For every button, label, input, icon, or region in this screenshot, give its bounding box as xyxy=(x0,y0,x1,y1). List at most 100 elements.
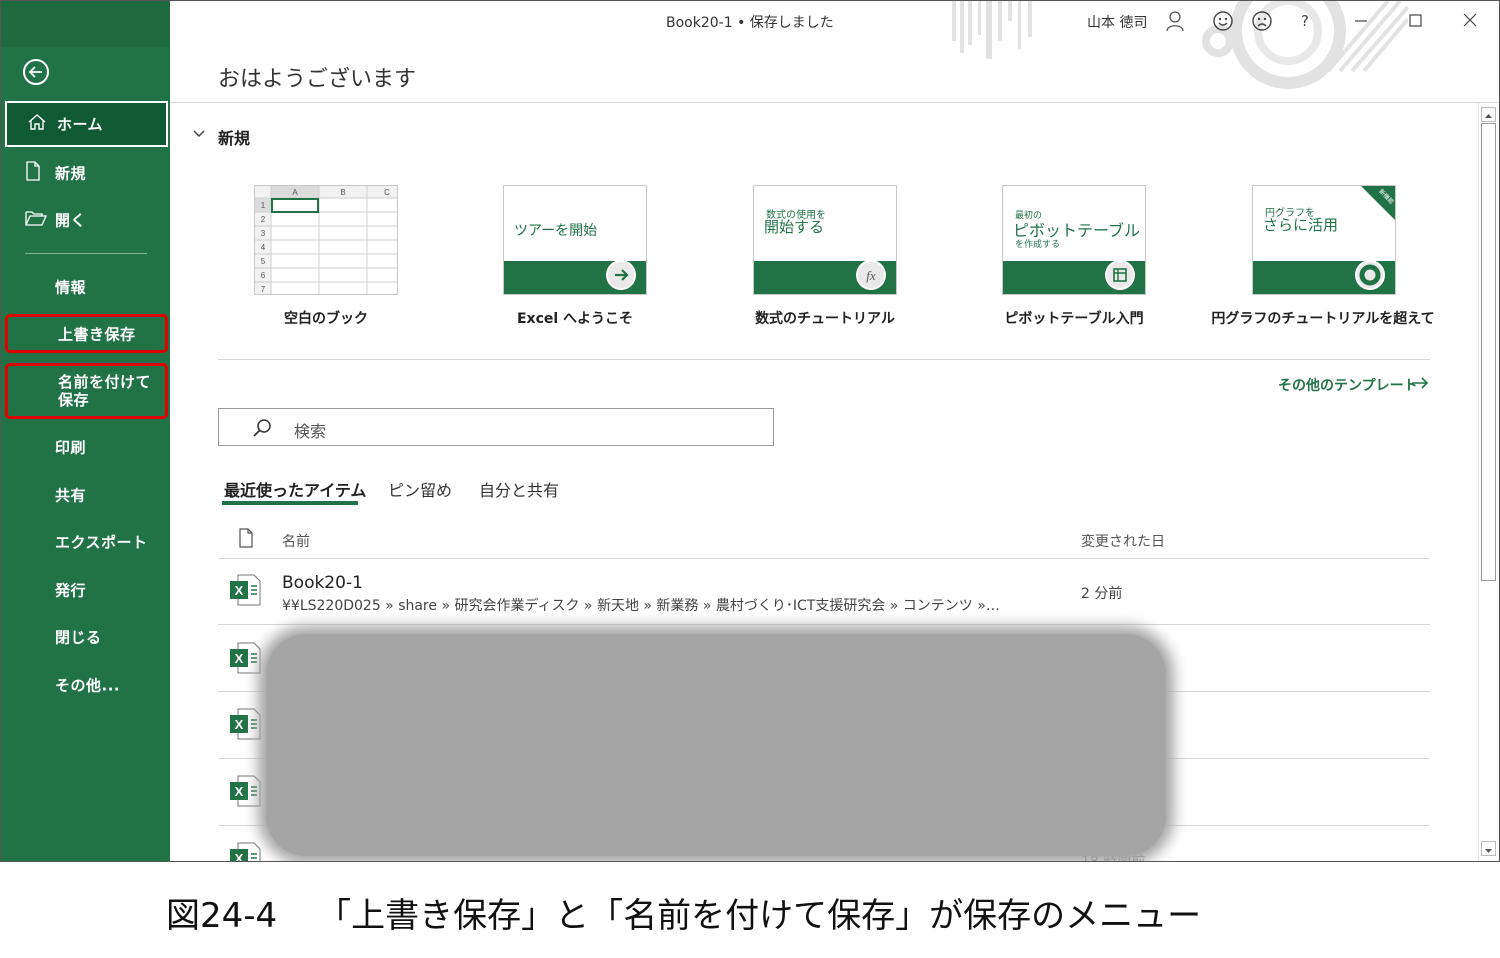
template-thumb-text: ツアーを開始 xyxy=(514,223,598,239)
tab-shared-with-me[interactable]: 自分と共有 xyxy=(479,477,559,501)
excel-file-icon[interactable]: X xyxy=(230,641,262,679)
grid-col-header: A xyxy=(292,188,298,197)
template-label[interactable]: ピボットテーブル入門 xyxy=(964,308,1184,328)
sidebar-item-home[interactable]: ホーム xyxy=(5,101,168,147)
sidebar-item-publish[interactable]: 発行 xyxy=(5,568,168,612)
folder-open-icon xyxy=(25,210,48,230)
template-blank-workbook[interactable]: A B C 1 2 3 4 5 6 7 xyxy=(254,185,398,295)
sidebar-item-label: 印刷 xyxy=(55,438,87,457)
sidebar-item-label: 情報 xyxy=(55,278,87,297)
svg-text:X: X xyxy=(235,583,244,598)
backstage-home-content: 新規 A B C 1 2 3 4 5 6 7 空白のブック ツアーを開始 Exc… xyxy=(170,103,1476,861)
template-pivottable-intro[interactable]: 最初の ピボットテーブル を作成する xyxy=(1002,185,1146,295)
template-pie-chart-tutorial[interactable]: 円グラフを さらに活用 新機能 xyxy=(1252,185,1396,295)
help-icon[interactable]: ? xyxy=(1301,12,1309,30)
grid-row-header: 7 xyxy=(261,285,266,294)
pie-chart-icon xyxy=(1355,260,1385,290)
sidebar-item-info[interactable]: 情報 xyxy=(5,265,168,309)
template-formula-tutorial[interactable]: 数式の使用を 開始する fx xyxy=(753,185,897,295)
column-header-modified[interactable]: 変更された日 xyxy=(1081,531,1165,551)
svg-text:fx: fx xyxy=(866,268,876,283)
sidebar-divider xyxy=(25,253,147,254)
sidebar-item-new[interactable]: 新規 xyxy=(5,151,168,195)
template-thumb-text: 開始する xyxy=(764,218,825,236)
minimize-icon[interactable] xyxy=(1353,10,1369,34)
new-badge: 新機能 xyxy=(1361,186,1395,220)
scrollbar-thumb[interactable] xyxy=(1481,123,1496,581)
scroll-up-arrow-icon[interactable] xyxy=(1481,107,1496,122)
excel-file-icon[interactable]: X xyxy=(230,774,262,812)
template-thumb-text: を作成する xyxy=(1015,240,1061,250)
sidebar-item-save-as[interactable]: 名前を付けて保存 xyxy=(5,363,168,419)
backstage-sidebar: ホーム 新規 開く 情報 上書き保存 名前を付けて保存 印刷 共有 エクスポート… xyxy=(1,1,170,861)
close-window-icon[interactable] xyxy=(1462,10,1478,34)
excel-file-icon[interactable]: X xyxy=(230,841,262,862)
sidebar-item-share[interactable]: 共有 xyxy=(5,473,168,517)
template-label[interactable]: 空白のブック xyxy=(216,308,436,328)
figure-caption: 図24-4 「上書き保存」と「名前を付けて保存」が保存のメニュー xyxy=(166,888,1201,937)
scroll-down-arrow-icon[interactable] xyxy=(1481,841,1496,856)
sidebar-item-save[interactable]: 上書き保存 xyxy=(5,314,168,353)
sidebar-item-open[interactable]: 開く xyxy=(5,198,168,242)
arrow-right-icon xyxy=(606,260,636,290)
search-placeholder: 検索 xyxy=(294,422,327,441)
new-section-heading: 新規 xyxy=(218,129,251,148)
figure-number: 図24-4 xyxy=(166,896,278,936)
sidebar-item-close[interactable]: 閉じる xyxy=(5,615,168,659)
sidebar-item-print[interactable]: 印刷 xyxy=(5,425,168,469)
sidebar-item-label: その他... xyxy=(55,676,121,695)
chevron-down-icon[interactable] xyxy=(192,126,206,145)
excel-file-icon[interactable]: X xyxy=(230,707,262,745)
tab-pinned[interactable]: ピン留め xyxy=(388,477,452,501)
file-type-icon xyxy=(238,528,254,552)
smile-feedback-icon[interactable] xyxy=(1212,10,1234,36)
spreadsheet-grid-thumbnail: A B C 1 2 3 4 5 6 7 xyxy=(255,186,397,294)
sidebar-item-label: 発行 xyxy=(55,581,87,600)
account-icon[interactable] xyxy=(1165,10,1185,36)
home-icon xyxy=(27,113,47,135)
active-tab-indicator xyxy=(222,501,358,505)
svg-text:X: X xyxy=(235,717,244,732)
file-modified: 2 分前 xyxy=(1081,586,1123,602)
search-icon xyxy=(251,417,273,443)
sidebar-item-label: エクスポート xyxy=(55,533,148,552)
frown-feedback-icon[interactable] xyxy=(1251,10,1273,36)
more-templates-link[interactable]: その他のテンプレート xyxy=(1278,375,1418,395)
redacted-file-list-area xyxy=(266,634,1166,856)
svg-text:X: X xyxy=(235,851,244,862)
title-bar: Book20-1 • 保存しました おはようございます 山本 徳司 ? xyxy=(170,1,1499,103)
svg-text:X: X xyxy=(235,784,244,799)
window-title: Book20-1 • 保存しました xyxy=(666,15,834,31)
vertical-scrollbar[interactable] xyxy=(1478,103,1499,861)
user-name[interactable]: 山本 徳司 xyxy=(1087,12,1147,32)
grid-row-header: 3 xyxy=(261,229,266,238)
sidebar-item-label: 新規 xyxy=(55,164,87,183)
sidebar-item-label: 閉じる xyxy=(55,628,102,647)
sidebar-item-label: 上書き保存 xyxy=(58,325,136,343)
back-arrow-icon[interactable] xyxy=(23,59,49,85)
template-excel-welcome[interactable]: ツアーを開始 xyxy=(503,185,647,295)
search-input[interactable]: 検索 xyxy=(218,408,774,446)
grid-col-header: C xyxy=(384,188,390,197)
sidebar-item-more[interactable]: その他... xyxy=(5,663,168,707)
maximize-icon[interactable] xyxy=(1408,10,1424,34)
svg-text:X: X xyxy=(235,651,244,666)
sidebar-item-label: 開く xyxy=(55,211,87,230)
column-header-name[interactable]: 名前 xyxy=(282,531,310,551)
file-name: Book20-1 xyxy=(282,573,363,593)
template-label[interactable]: Excel へようこそ xyxy=(465,308,685,328)
pivottable-icon xyxy=(1105,260,1135,290)
file-path: ¥¥LS220D025 » share » 研究会作業ディスク » 新天地 » … xyxy=(282,598,1000,614)
excel-backstage-window: ホーム 新規 開く 情報 上書き保存 名前を付けて保存 印刷 共有 エクスポート… xyxy=(0,0,1500,862)
function-fx-icon: fx xyxy=(856,260,886,290)
section-divider xyxy=(218,359,1430,360)
template-label[interactable]: 円グラフのチュートリアルを超えて xyxy=(1204,308,1442,328)
grid-row-header: 1 xyxy=(261,201,266,210)
template-label[interactable]: 数式のチュートリアル xyxy=(715,308,935,328)
grid-row-header: 5 xyxy=(261,257,266,266)
sidebar-item-label: ホーム xyxy=(57,115,104,134)
sidebar-item-export[interactable]: エクスポート xyxy=(5,520,168,564)
tab-recent[interactable]: 最近使ったアイテム xyxy=(224,477,366,501)
template-thumb-text: さらに活用 xyxy=(1263,216,1339,234)
arrow-right-icon[interactable] xyxy=(1410,373,1430,397)
